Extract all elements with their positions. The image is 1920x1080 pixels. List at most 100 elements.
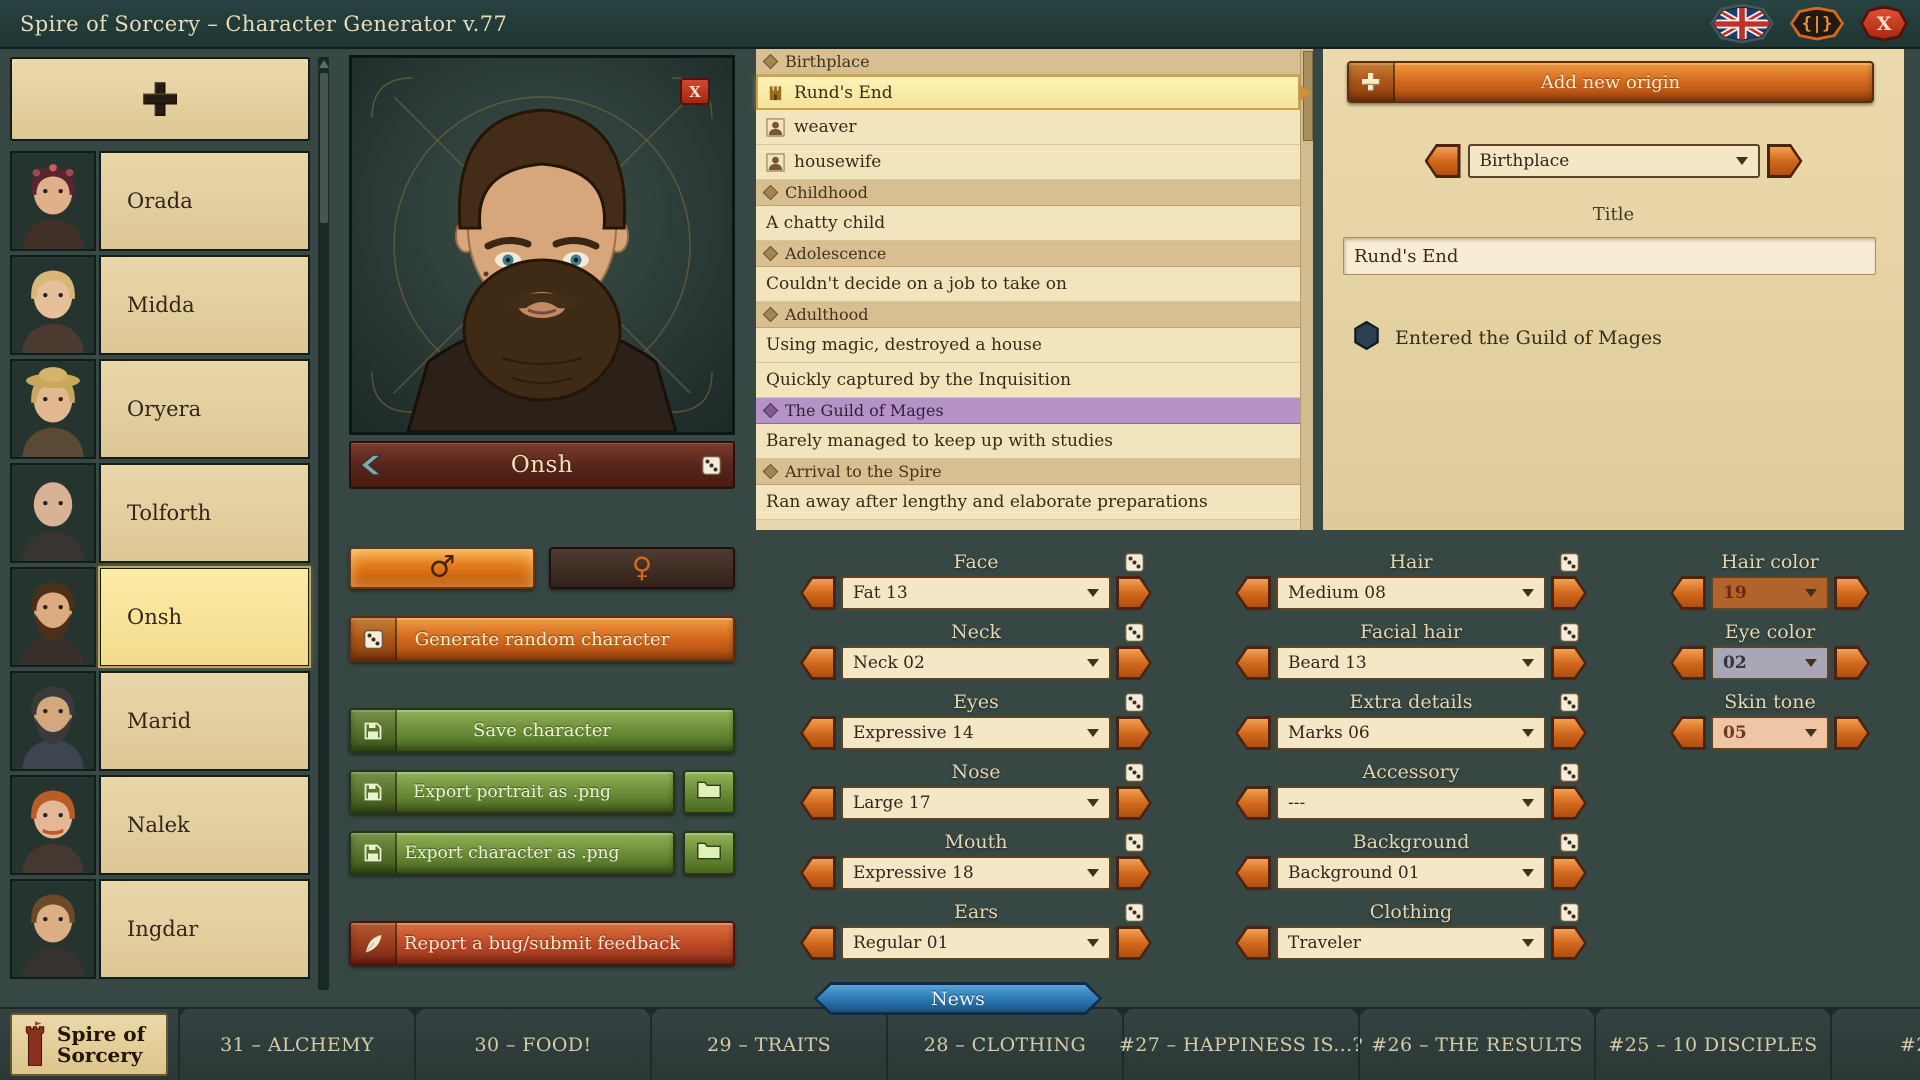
character-item-oryera[interactable]: Oryera: [10, 359, 310, 459]
prev-hair-button[interactable]: [1235, 576, 1271, 610]
character-item-orada[interactable]: Orada: [10, 151, 310, 251]
gender-female-button[interactable]: ♀: [549, 547, 735, 589]
prev-extra-details-button[interactable]: [1235, 716, 1271, 750]
game-logo[interactable]: Spire of Sorcery: [10, 1013, 168, 1076]
character-list-scrollbar[interactable]: [318, 57, 329, 990]
randomize-accessory-icon[interactable]: [1551, 762, 1587, 783]
add-character-button[interactable]: [10, 57, 310, 141]
randomize-face-icon[interactable]: [1116, 552, 1152, 573]
generate-random-button[interactable]: Generate random character: [349, 616, 735, 662]
character-item-marid[interactable]: Marid: [10, 671, 310, 771]
report-bug-button[interactable]: Report a bug/submit feedback: [349, 921, 735, 966]
export-portrait-button[interactable]: Export portrait as .png: [349, 770, 675, 814]
localization-icon[interactable]: {|}: [1790, 7, 1844, 41]
prev-hair-color-button[interactable]: [1670, 576, 1706, 610]
randomize-name-icon[interactable]: [689, 455, 733, 476]
next-nose-button[interactable]: [1116, 786, 1152, 820]
tab-29-traits[interactable]: 29 – TRAITS: [650, 1009, 886, 1080]
nose-dropdown[interactable]: Large 17: [841, 786, 1111, 820]
tab-31-alchemy[interactable]: 31 – ALCHEMY: [178, 1009, 414, 1080]
prev-mouth-button[interactable]: [800, 856, 836, 890]
prev-neck-button[interactable]: [800, 646, 836, 680]
add-origin-button[interactable]: Add new origin: [1347, 61, 1874, 103]
eyes-dropdown[interactable]: Expressive 14: [841, 716, 1111, 750]
next-neck-button[interactable]: [1116, 646, 1152, 680]
prev-skin-tone-button[interactable]: [1670, 716, 1706, 750]
prev-clothing-button[interactable]: [1235, 926, 1271, 960]
character-item-nalek[interactable]: Nalek: [10, 775, 310, 875]
clothing-dropdown[interactable]: Traveler: [1276, 926, 1546, 960]
character-item-midda[interactable]: Midda: [10, 255, 310, 355]
portrait-close-button[interactable]: X: [680, 78, 710, 105]
next-skin-tone-button[interactable]: [1834, 716, 1870, 750]
biography-scrollbar[interactable]: [1300, 49, 1313, 530]
randomize-eyes-icon[interactable]: [1116, 692, 1152, 713]
facial-hair-dropdown[interactable]: Beard 13: [1276, 646, 1546, 680]
randomize-background-icon[interactable]: [1551, 832, 1587, 853]
next-ears-button[interactable]: [1116, 926, 1152, 960]
character-item-ingdar[interactable]: Ingdar: [10, 879, 310, 979]
origin-title-input[interactable]: [1343, 237, 1876, 275]
next-extra-details-button[interactable]: [1551, 716, 1587, 750]
ears-dropdown[interactable]: Regular 01: [841, 926, 1111, 960]
prev-eyes-button[interactable]: [800, 716, 836, 750]
next-category-button[interactable]: [1767, 144, 1803, 178]
origin-category-dropdown[interactable]: Birthplace: [1468, 144, 1760, 178]
prev-nose-button[interactable]: [800, 786, 836, 820]
randomize-hair-icon[interactable]: [1551, 552, 1587, 573]
hexagon-toggle-icon[interactable]: [1353, 321, 1380, 354]
bio-item-quickly-captured-by-the-inquisition[interactable]: Quickly captured by the Inquisition: [756, 363, 1300, 398]
prev-background-button[interactable]: [1235, 856, 1271, 890]
bio-item-using-magic-destroyed-a-house[interactable]: Using magic, destroyed a house: [756, 328, 1300, 363]
face-dropdown[interactable]: Fat 13: [841, 576, 1111, 610]
bio-item-a-chatty-child[interactable]: A chatty child: [756, 206, 1300, 241]
bio-item-housewife[interactable]: housewife: [756, 145, 1300, 180]
export-character-button[interactable]: Export character as .png: [349, 831, 675, 875]
next-accessory-button[interactable]: [1551, 786, 1587, 820]
randomize-facial-hair-icon[interactable]: [1551, 622, 1587, 643]
scroll-thumb[interactable]: [320, 73, 328, 223]
guild-toggle[interactable]: Entered the Guild of Mages: [1353, 321, 1662, 354]
tab-28-clothing[interactable]: 28 – CLOTHING: [886, 1009, 1122, 1080]
next-eyes-button[interactable]: [1116, 716, 1152, 750]
save-character-button[interactable]: Save character: [349, 708, 735, 753]
background-dropdown[interactable]: Background 01: [1276, 856, 1546, 890]
next-face-button[interactable]: [1116, 576, 1152, 610]
close-button[interactable]: X: [1860, 6, 1908, 42]
tab-25-10-disciples[interactable]: #25 – 10 DISCIPLES: [1594, 1009, 1830, 1080]
next-hair-button[interactable]: [1551, 576, 1587, 610]
next-clothing-button[interactable]: [1551, 926, 1587, 960]
prev-ears-button[interactable]: [800, 926, 836, 960]
next-background-button[interactable]: [1551, 856, 1587, 890]
bio-item-weaver[interactable]: weaver: [756, 110, 1300, 145]
open-portrait-folder-button[interactable]: [683, 770, 735, 814]
tab-26-the-results[interactable]: #26 – THE RESULTS: [1358, 1009, 1594, 1080]
bio-item-rund-s-end[interactable]: Rund's End: [756, 75, 1300, 110]
next-facial-hair-button[interactable]: [1551, 646, 1587, 680]
randomize-ears-icon[interactable]: [1116, 902, 1152, 923]
prev-eye-color-button[interactable]: [1670, 646, 1706, 680]
character-item-onsh[interactable]: Onsh: [10, 567, 310, 667]
randomize-extra-details-icon[interactable]: [1551, 692, 1587, 713]
randomize-mouth-icon[interactable]: [1116, 832, 1152, 853]
bio-item-ran-away-after-lengthy-and-elaborate-preparations[interactable]: Ran away after lengthy and elaborate pre…: [756, 485, 1300, 520]
news-button[interactable]: News: [814, 982, 1102, 1015]
gender-male-button[interactable]: ♂: [349, 547, 535, 589]
bio-item-couldn-t-decide-on-a-job-to-take-on[interactable]: Couldn't decide on a job to take on: [756, 267, 1300, 302]
prev-face-button[interactable]: [800, 576, 836, 610]
next-hair-color-button[interactable]: [1834, 576, 1870, 610]
prev-facial-hair-button[interactable]: [1235, 646, 1271, 680]
next-eye-color-button[interactable]: [1834, 646, 1870, 680]
mouth-dropdown[interactable]: Expressive 18: [841, 856, 1111, 890]
randomize-clothing-icon[interactable]: [1551, 902, 1587, 923]
bio-item-barely-managed-to-keep-up-with-studies[interactable]: Barely managed to keep up with studies: [756, 424, 1300, 459]
hair-dropdown[interactable]: Medium 08: [1276, 576, 1546, 610]
tab-30-food[interactable]: 30 – FOOD!: [414, 1009, 650, 1080]
neck-dropdown[interactable]: Neck 02: [841, 646, 1111, 680]
language-flag-icon[interactable]: [1710, 4, 1774, 44]
randomize-neck-icon[interactable]: [1116, 622, 1152, 643]
prev-category-button[interactable]: [1425, 144, 1461, 178]
tab-24-me[interactable]: #24 – ME: [1830, 1009, 1920, 1080]
eye-color-dropdown[interactable]: 02: [1711, 646, 1829, 680]
hair-color-dropdown[interactable]: 19: [1711, 576, 1829, 610]
